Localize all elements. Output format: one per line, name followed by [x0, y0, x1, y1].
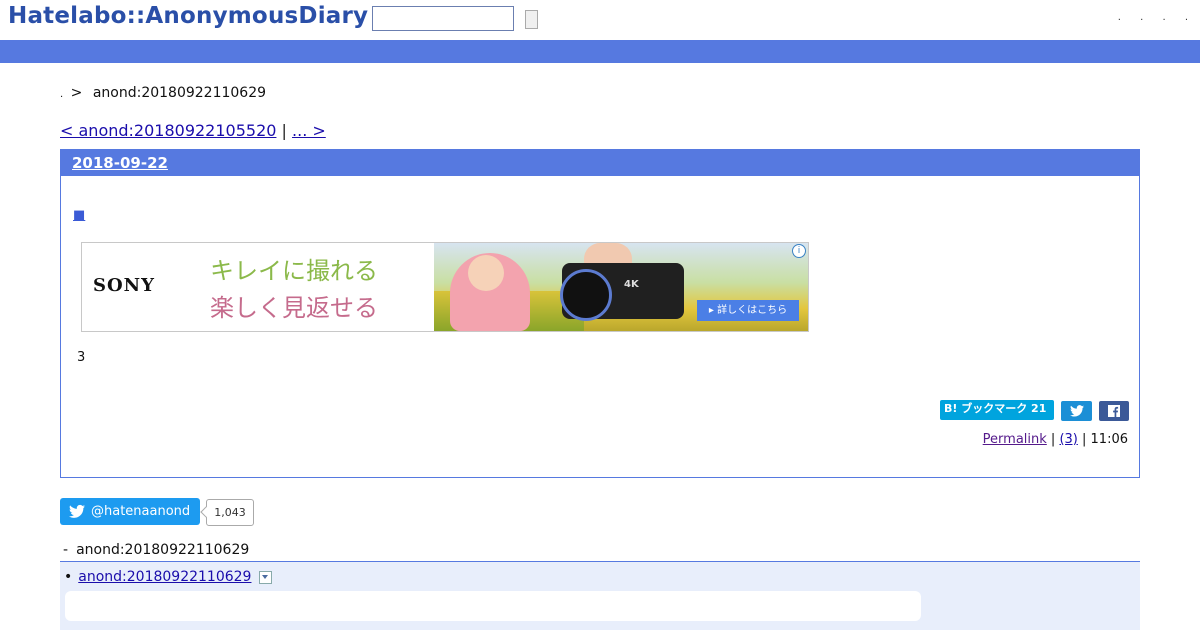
breadcrumb-separator: >: [70, 85, 83, 101]
hatena-bookmark-button[interactable]: B! ブックマーク 21: [940, 400, 1054, 420]
facebook-f-icon: [1108, 405, 1120, 417]
site-logo[interactable]: Hatelabo::AnonymousDiary: [8, 3, 368, 29]
follower-count[interactable]: 1,043: [206, 499, 254, 526]
permalink-link[interactable]: Permalink: [983, 432, 1047, 447]
twitter-bird-icon: [1069, 405, 1084, 417]
breadcrumb-current: anond:20180922110629: [92, 85, 267, 101]
entry-body-text: 3: [77, 350, 86, 365]
site-header: Hatelabo::AnonymousDiary . . . .: [0, 0, 1200, 40]
bullet: •: [64, 569, 73, 585]
comment-count-link[interactable]: (3): [1059, 432, 1077, 447]
twitter-handle: @hatenaanond: [91, 504, 191, 519]
ad-camera-lens: [560, 269, 612, 321]
twitter-bird-icon: [69, 504, 85, 518]
related-item: • anond:20180922110629: [64, 569, 273, 585]
entry-date-link[interactable]: 2018-09-22: [72, 154, 168, 172]
next-entry-link[interactable]: ... >: [292, 121, 326, 140]
search-input[interactable]: [372, 6, 514, 31]
ad-headline-2: 楽しく見返せる: [210, 294, 378, 322]
ad-info-icon[interactable]: i: [792, 244, 806, 258]
related-comment-field[interactable]: [65, 591, 921, 621]
nav-bar: [0, 40, 1200, 63]
breadcrumb: . > anond:20180922110629: [60, 85, 266, 101]
footer-sep: |: [1077, 432, 1091, 447]
ad-headline-1: キレイに撮れる: [210, 257, 378, 285]
twitter-share-button[interactable]: [1061, 401, 1092, 421]
entry-title-link[interactable]: ■: [73, 208, 85, 223]
ad-child-face: [468, 255, 504, 291]
facebook-share-button[interactable]: [1099, 401, 1129, 421]
twitter-follow-button[interactable]: @hatenaanond: [60, 498, 200, 525]
related-heading-text: anond:20180922110629: [76, 542, 250, 558]
search-button[interactable]: [525, 10, 538, 29]
related-heading: - anond:20180922110629: [63, 542, 249, 558]
pager: < anond:20180922105520 | ... >: [60, 121, 326, 140]
ad-cta-button[interactable]: ▸ 詳しくはこちら: [697, 300, 799, 321]
related-entries: • anond:20180922110629: [60, 562, 1140, 630]
header-link[interactable]: .: [1140, 12, 1143, 23]
pager-divider: |: [281, 121, 287, 140]
ad-banner[interactable]: SONY キレイに撮れる 楽しく見返せる 4K i ▸ 詳しくはこちら: [81, 242, 809, 332]
header-link[interactable]: .: [1118, 12, 1121, 23]
entry-date-bar: 2018-09-22: [61, 150, 1139, 176]
breadcrumb-home[interactable]: .: [60, 89, 63, 100]
related-entry-link[interactable]: anond:20180922110629: [78, 569, 251, 585]
chevron-down-icon[interactable]: [259, 570, 273, 584]
prev-entry-link[interactable]: < anond:20180922105520: [60, 121, 276, 140]
ad-camera-label: 4K: [624, 279, 639, 290]
footer-sep: |: [1046, 432, 1060, 447]
entry-box: 2018-09-22 ■ SONY キレイに撮れる 楽しく見返せる 4K i ▸…: [60, 149, 1140, 478]
entry-time: 11:06: [1090, 432, 1128, 447]
header-link[interactable]: .: [1162, 12, 1165, 23]
related-dash: -: [63, 542, 69, 558]
header-links: . . . .: [1102, 12, 1188, 23]
ad-brand-logo: SONY: [93, 275, 155, 296]
header-link[interactable]: .: [1185, 12, 1188, 23]
entry-footer: Permalink | (3) | 11:06: [983, 432, 1128, 447]
